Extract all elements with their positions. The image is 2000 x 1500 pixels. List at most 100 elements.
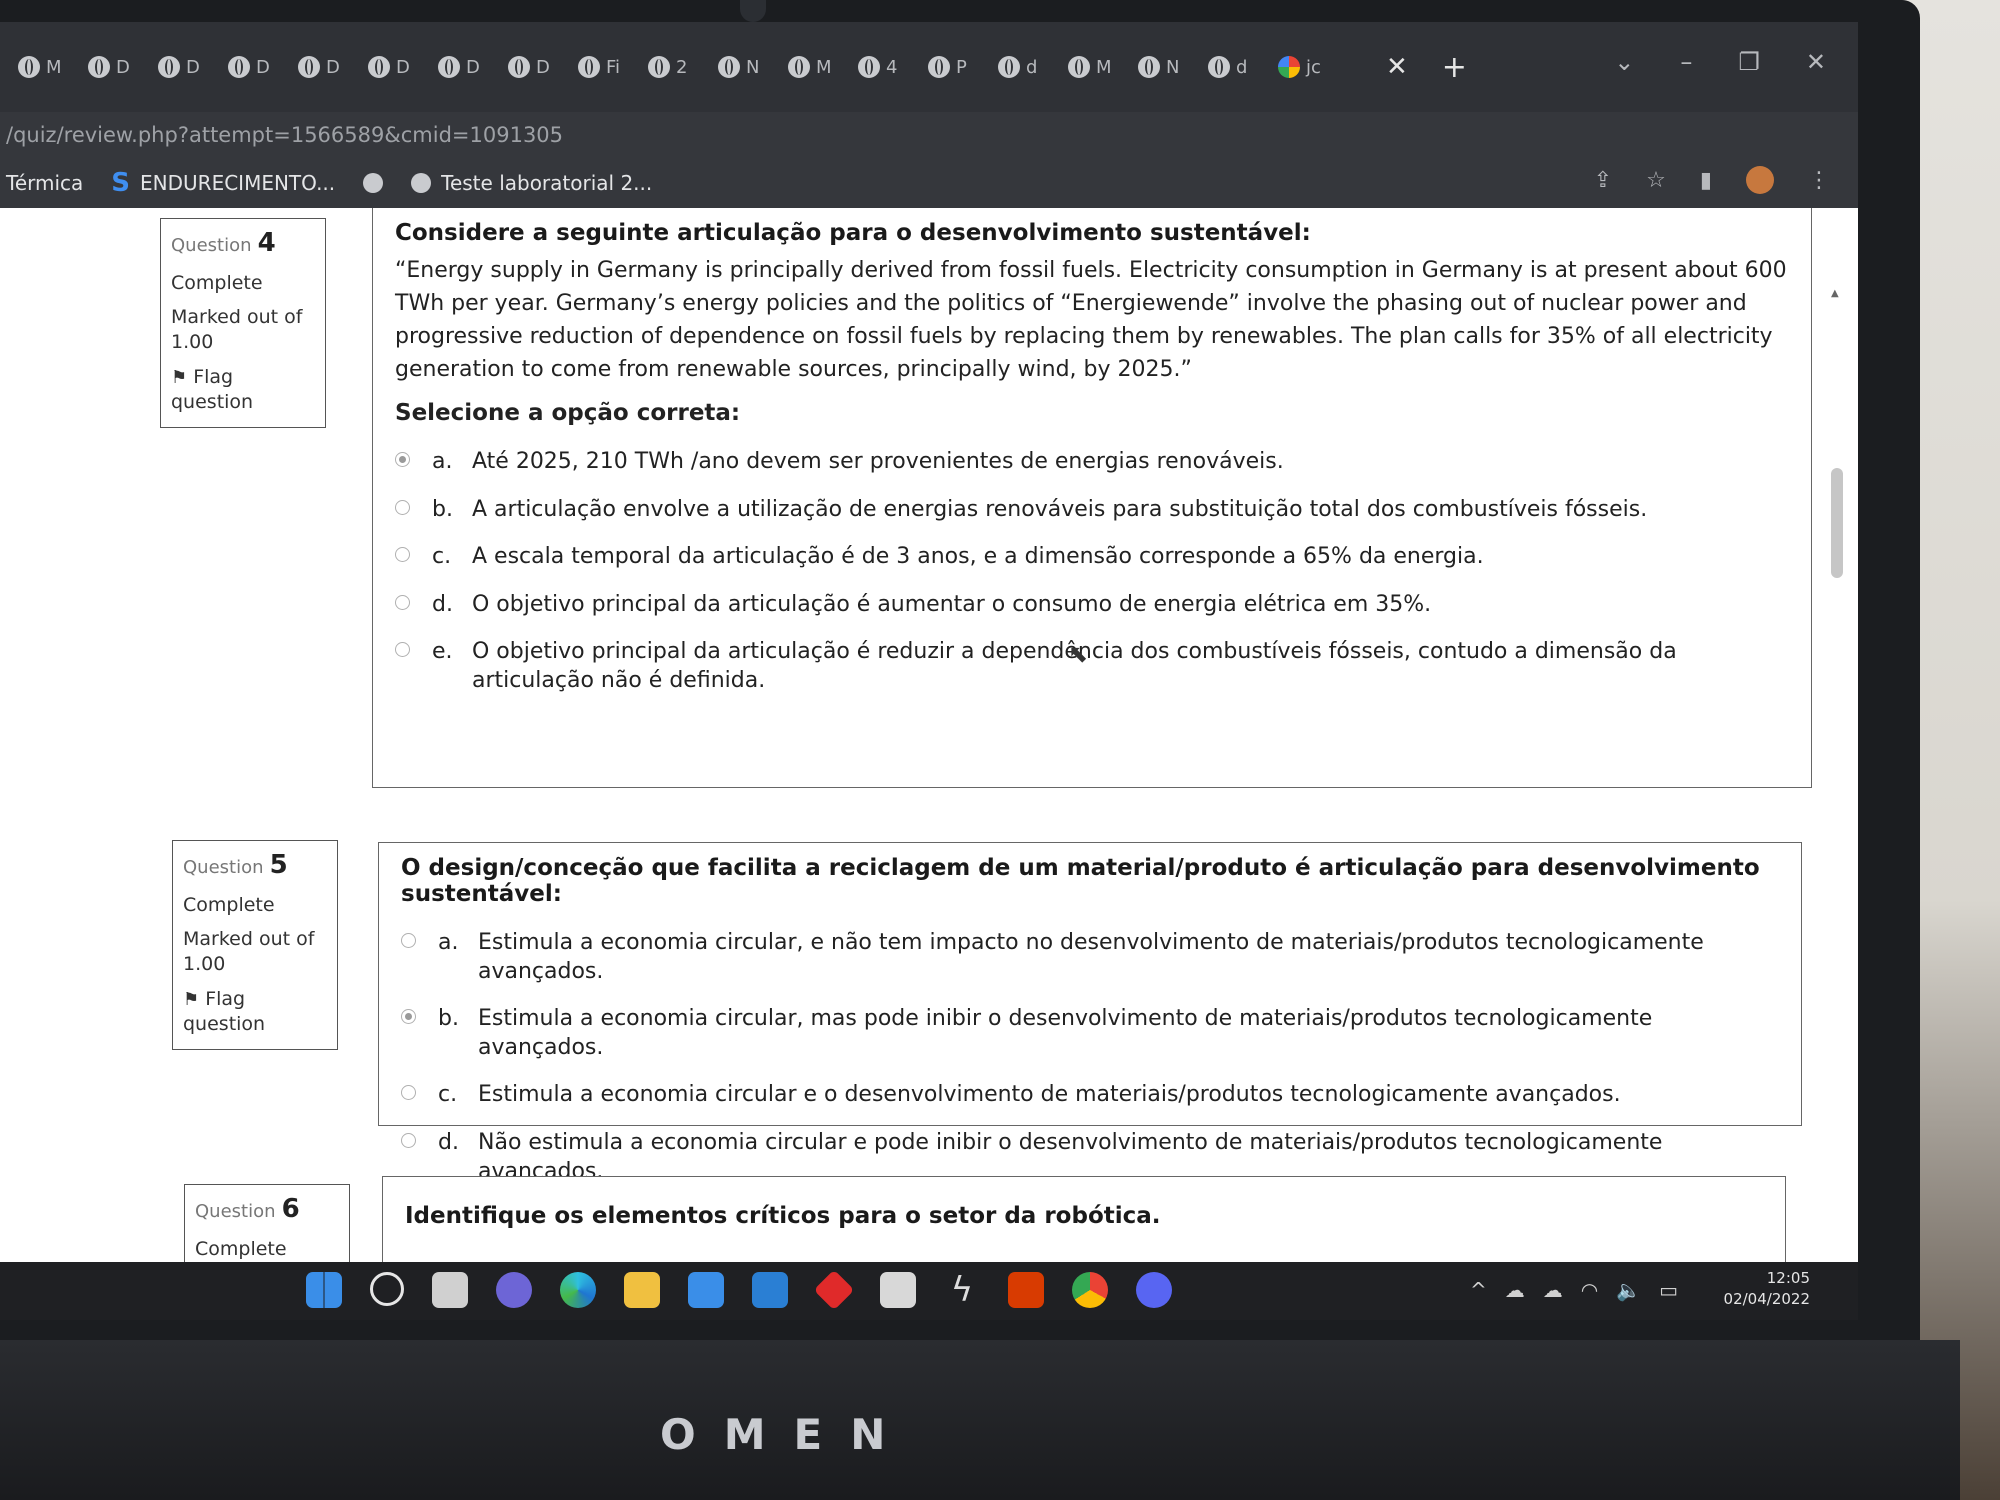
radio-button[interactable] bbox=[395, 594, 410, 610]
bookmarks-bar: Térmica S ENDURECIMENTO... Teste laborat… bbox=[0, 158, 1858, 208]
office-icon[interactable] bbox=[1008, 1272, 1044, 1308]
tab-label: D bbox=[536, 56, 550, 78]
flag-icon: ⚑ bbox=[183, 988, 200, 1010]
tab[interactable]: D bbox=[228, 56, 298, 78]
tab[interactable]: M bbox=[788, 56, 858, 78]
edge-icon[interactable] bbox=[560, 1272, 596, 1308]
question-number: 4 bbox=[257, 228, 276, 258]
laptop-brand-logo: OMEN bbox=[660, 1410, 914, 1459]
star-icon[interactable]: ☆ bbox=[1646, 168, 1666, 193]
battery-icon[interactable]: ▭ bbox=[1659, 1278, 1678, 1302]
vertical-scrollbar[interactable]: ▲ ▼ bbox=[1828, 288, 1846, 1278]
cloud-error-icon[interactable]: ☁ bbox=[1543, 1278, 1563, 1302]
chrome-icon[interactable] bbox=[1072, 1272, 1108, 1308]
globe-icon bbox=[411, 173, 432, 193]
globe-icon bbox=[1208, 56, 1230, 78]
restore-icon[interactable]: ❐ bbox=[1738, 48, 1760, 76]
tab[interactable]: 2 bbox=[648, 56, 718, 78]
tab-label: d bbox=[1026, 56, 1038, 78]
volume-icon[interactable]: 🔈 bbox=[1616, 1278, 1641, 1302]
answer-option: b. A articulação envolve a utilização de … bbox=[395, 496, 1789, 525]
question-label: Question bbox=[183, 857, 264, 878]
flag-question-link[interactable]: ⚑ Flag question bbox=[171, 365, 315, 414]
bookmark-termica[interactable]: Térmica bbox=[6, 171, 83, 195]
bookmark-label: Teste laboratorial 2... bbox=[441, 171, 653, 195]
tab[interactable]: Fi bbox=[578, 56, 648, 78]
answer-option: e. O objetivo principal da articulação é … bbox=[395, 638, 1789, 695]
new-tab-icon[interactable]: + bbox=[1442, 50, 1467, 85]
minimize-icon[interactable]: – bbox=[1680, 48, 1692, 76]
globe-icon bbox=[508, 56, 530, 78]
sway-icon: S bbox=[111, 168, 131, 198]
radio-button[interactable] bbox=[401, 933, 416, 948]
globe-icon bbox=[928, 56, 950, 78]
teams-chat-icon[interactable] bbox=[496, 1272, 532, 1308]
tab[interactable]: D bbox=[368, 56, 438, 78]
scroll-thumb[interactable] bbox=[1831, 468, 1843, 578]
window-controls: ⌄ – ❐ ✕ bbox=[1614, 48, 1826, 76]
tab-label: N bbox=[746, 56, 760, 78]
tab[interactable]: d bbox=[1208, 56, 1278, 78]
taskbar-apps: ϟ bbox=[306, 1269, 1172, 1311]
share-icon[interactable]: ⇪ bbox=[1594, 168, 1612, 193]
answer-text: O objetivo principal da articulação é re… bbox=[472, 639, 1677, 693]
tab[interactable]: M bbox=[18, 56, 88, 78]
chevron-up-icon[interactable]: ^ bbox=[1470, 1278, 1487, 1302]
file-explorer-icon[interactable] bbox=[624, 1272, 660, 1308]
close-tab-icon[interactable]: ✕ bbox=[1386, 52, 1408, 82]
close-window-icon[interactable]: ✕ bbox=[1806, 48, 1826, 76]
wifi-icon[interactable]: ◠ bbox=[1581, 1278, 1598, 1302]
radio-button[interactable] bbox=[401, 1009, 416, 1025]
tab[interactable]: d bbox=[998, 56, 1068, 78]
tab[interactable]: N bbox=[718, 56, 788, 78]
tab-label: D bbox=[116, 56, 130, 78]
radio-button[interactable] bbox=[395, 452, 410, 467]
tab[interactable]: M bbox=[1068, 56, 1138, 78]
radio-button[interactable] bbox=[401, 1132, 416, 1148]
question-info-5: Question 5 Complete Marked out of 1.00 ⚑… bbox=[172, 840, 338, 1050]
search-icon[interactable] bbox=[370, 1272, 404, 1306]
tab[interactable]: D bbox=[88, 56, 158, 78]
bookmark-endurecimento[interactable]: S ENDURECIMENTO... bbox=[111, 168, 335, 198]
windows-start-icon[interactable] bbox=[306, 1272, 342, 1308]
dropbox-icon[interactable] bbox=[880, 1272, 916, 1308]
bookmark-teste-laboratorial[interactable]: Teste laboratorial 2... bbox=[411, 171, 652, 195]
answer-letter: c. bbox=[438, 1082, 458, 1108]
tab-active[interactable]: jc bbox=[1278, 56, 1368, 78]
radio-button[interactable] bbox=[395, 547, 410, 563]
address-bar[interactable]: /quiz/review.php?attempt=1566589&cmid=10… bbox=[0, 112, 1858, 158]
onedrive-icon[interactable]: ☁ bbox=[1505, 1278, 1525, 1302]
tab-label: d bbox=[1236, 56, 1248, 78]
discord-icon[interactable] bbox=[1136, 1272, 1172, 1308]
globe-icon bbox=[158, 56, 180, 78]
tab[interactable]: P bbox=[928, 56, 998, 78]
bolt-app-icon[interactable]: ϟ bbox=[944, 1272, 980, 1308]
toolbar-icons: ⇪ ☆ ▮ ⋮ bbox=[1594, 166, 1830, 194]
side-panel-icon[interactable]: ▮ bbox=[1700, 168, 1712, 193]
system-tray: ^ ☁ ☁ ◠ 🔈 ▭ bbox=[1470, 1278, 1678, 1302]
radio-button[interactable] bbox=[395, 642, 410, 658]
tab[interactable]: D bbox=[508, 56, 578, 78]
menu-dots-icon[interactable]: ⋮ bbox=[1808, 168, 1830, 193]
tab[interactable]: D bbox=[158, 56, 228, 78]
profile-avatar[interactable] bbox=[1746, 166, 1774, 194]
tab[interactable]: D bbox=[438, 56, 508, 78]
tab-search-chevron-icon[interactable]: ⌄ bbox=[1614, 48, 1634, 76]
answer-list: a. Estimula a economia circular, e não te… bbox=[401, 929, 1779, 1186]
tab[interactable]: 4 bbox=[858, 56, 928, 78]
tab[interactable]: N bbox=[1138, 56, 1208, 78]
task-view-icon[interactable] bbox=[432, 1272, 468, 1308]
scroll-up-icon[interactable]: ▲ bbox=[1831, 288, 1839, 299]
mail-icon[interactable] bbox=[752, 1272, 788, 1308]
tab-label: D bbox=[256, 56, 270, 78]
globe-icon bbox=[788, 56, 810, 78]
red-diamond-app-icon[interactable] bbox=[813, 1269, 855, 1311]
microsoft-store-icon[interactable] bbox=[688, 1272, 724, 1308]
radio-button[interactable] bbox=[395, 499, 410, 515]
clock[interactable]: 12:05 02/04/2022 bbox=[1724, 1268, 1810, 1310]
question-state: Complete bbox=[195, 1237, 287, 1260]
tab[interactable]: D bbox=[298, 56, 368, 78]
bookmark-globe[interactable] bbox=[363, 173, 384, 193]
flag-question-link[interactable]: ⚑ Flag question bbox=[183, 987, 327, 1036]
radio-button[interactable] bbox=[401, 1085, 416, 1101]
